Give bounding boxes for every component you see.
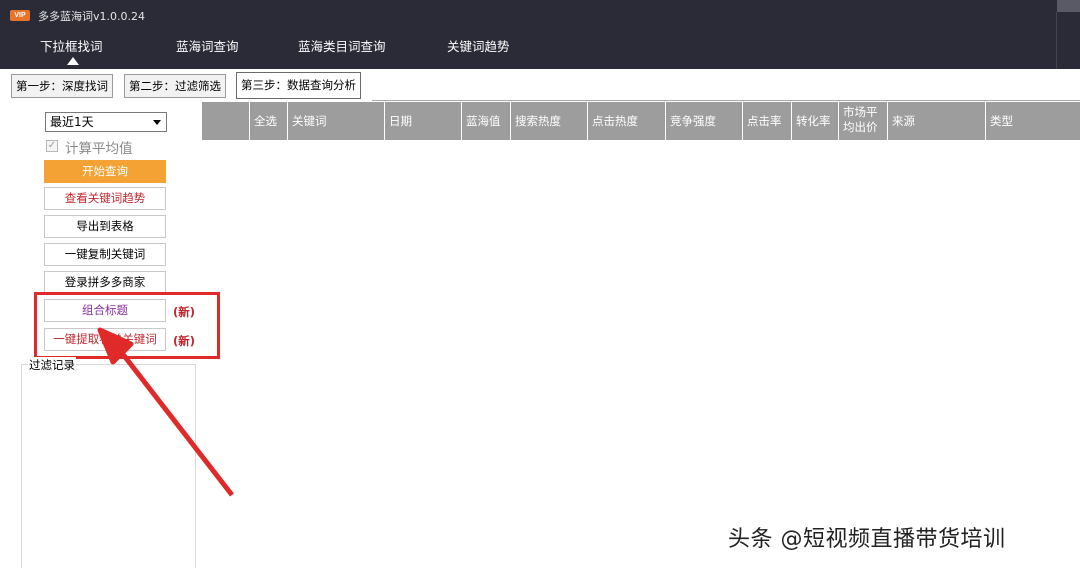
chevron-down-icon [153, 120, 161, 125]
tab-step-3[interactable]: 第三步：数据查询分析 [236, 72, 361, 99]
vip-logo: VIP [10, 10, 30, 21]
column-header-source[interactable]: 来源 [888, 102, 986, 140]
column-header-competition[interactable]: 竞争强度 [666, 102, 743, 140]
nav-item-dropdown-words[interactable]: 下拉框找词 [40, 36, 103, 55]
background-window-divider [1056, 12, 1057, 69]
column-header-ctr[interactable]: 点击率 [743, 102, 792, 140]
column-header-keyword[interactable]: 关键词 [288, 102, 385, 140]
filter-log-box [21, 364, 196, 568]
column-header-avg-bid[interactable]: 市场平均出价 [839, 102, 888, 140]
active-nav-caret-icon [67, 57, 79, 65]
watermark-text: 头条 @短视频直播带货培训 [728, 527, 1006, 552]
column-header-type[interactable]: 类型 [986, 102, 1080, 140]
tab-step-1[interactable]: 第一步：深度找词 [11, 74, 113, 98]
average-checkbox[interactable]: ✓ [46, 140, 58, 152]
view-keyword-trend-button[interactable]: 查看关键词趋势 [44, 187, 166, 210]
tab-step-2[interactable]: 第二步：过滤筛选 [124, 74, 226, 98]
annotation-highlight-box [34, 292, 220, 359]
title-bar: VIP 多多蓝海词v1.0.0.24 下拉框找词 蓝海词查询 蓝海类目词查询 关… [0, 0, 1080, 69]
filter-log-label: 过滤记录 [28, 357, 76, 373]
column-header-click-heat[interactable]: 点击热度 [588, 102, 666, 140]
column-header-select-all[interactable]: 全选 [250, 102, 288, 140]
date-range-value: 最近1天 [50, 115, 94, 129]
login-merchant-button[interactable]: 登录拼多多商家 [44, 271, 166, 294]
column-header-search-heat[interactable]: 搜索热度 [511, 102, 588, 140]
average-checkbox-label: 计算平均值 [65, 141, 133, 157]
column-header-conversion[interactable]: 转化率 [792, 102, 839, 140]
app-title: 多多蓝海词v1.0.0.24 [38, 10, 145, 23]
export-table-button[interactable]: 导出到表格 [44, 215, 166, 238]
tab-divider [372, 100, 1080, 101]
start-query-button[interactable]: 开始查询 [44, 160, 166, 183]
column-header-index [202, 102, 250, 140]
background-window-edge [1057, 0, 1080, 12]
column-header-blue-ocean-value[interactable]: 蓝海值 [462, 102, 511, 140]
nav-item-keyword-trend[interactable]: 关键词趋势 [447, 36, 510, 55]
step-tabs: 第一步：深度找词 第二步：过滤筛选 第三步：数据查询分析 [0, 69, 1080, 101]
column-header-date[interactable]: 日期 [385, 102, 462, 140]
nav-item-blue-ocean-query[interactable]: 蓝海词查询 [176, 36, 239, 55]
nav-item-category-query[interactable]: 蓝海类目词查询 [298, 36, 386, 55]
result-table-header: 全选 关键词 日期 蓝海值 搜索热度 点击热度 竞争强度 点击率 转化率 市场平… [202, 102, 1080, 140]
app-window: VIP 多多蓝海词v1.0.0.24 下拉框找词 蓝海词查询 蓝海类目词查询 关… [0, 0, 1080, 568]
date-range-select[interactable]: 最近1天 [45, 112, 167, 132]
copy-keywords-button[interactable]: 一键复制关键词 [44, 243, 166, 266]
